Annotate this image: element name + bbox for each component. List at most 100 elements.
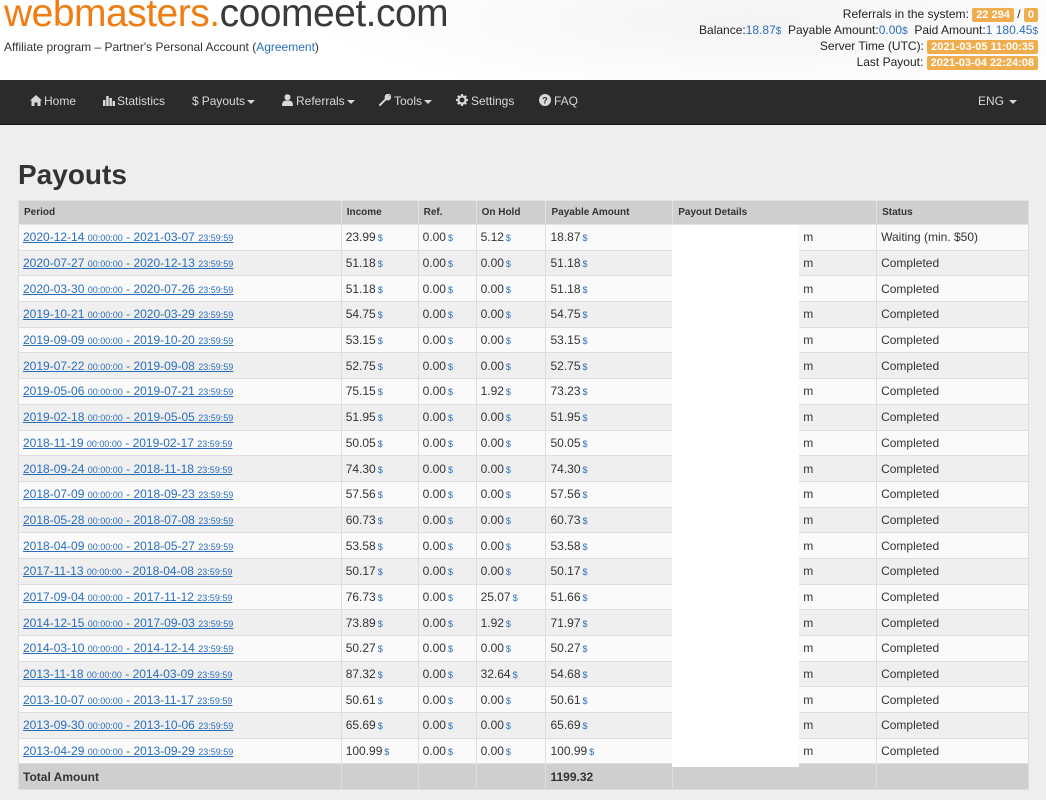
period-link[interactable]: 2013-04-29 00:00:00 - 2013-09-29 23:59:5…: [23, 744, 233, 758]
period-link[interactable]: 2018-09-24 00:00:00 - 2018-11-18 23:59:5…: [23, 462, 232, 476]
details-value: m: [803, 512, 814, 527]
period-start-time: 00:00:00: [87, 464, 123, 475]
chevron-down-icon: [424, 99, 433, 104]
period-link[interactable]: 2013-09-30 00:00:00 - 2013-10-06 23:59:5…: [23, 718, 233, 732]
currency-symbol: $: [377, 567, 383, 578]
dollar-icon: $: [192, 94, 199, 108]
status-value: Completed: [881, 256, 940, 271]
period-link[interactable]: 2020-12-14 00:00:00 - 2021-03-07 23:59:5…: [23, 230, 233, 244]
table-row: 2017-09-04 00:00:00 - 2017-11-12 23:59:5…: [18, 583, 1029, 611]
ref-cell: 0.00 $: [417, 275, 477, 303]
hold-value: 1.92: [480, 384, 504, 399]
period-start-date: 2018-05-28: [23, 512, 85, 527]
status-value: Completed: [881, 384, 940, 399]
currency-symbol: $: [582, 336, 588, 347]
period-link[interactable]: 2018-05-28 00:00:00 - 2018-07-08 23:59:5…: [23, 513, 233, 527]
nav-payouts-label: Payouts: [201, 94, 246, 108]
period-link[interactable]: 2020-07-27 00:00:00 - 2020-12-13 23:59:5…: [23, 256, 233, 270]
payable-value: 53.58: [550, 538, 581, 553]
period-start-time: 00:00:00: [87, 541, 123, 552]
currency-symbol: $: [505, 618, 511, 629]
status-value: Completed: [881, 641, 940, 656]
income-cell: 53.15 $: [340, 326, 419, 354]
currency-symbol: $: [447, 644, 453, 655]
agreement-link[interactable]: Agreement: [256, 40, 315, 54]
payable-value: 74.30: [550, 461, 581, 476]
nav-faq[interactable]: ? FAQ: [539, 80, 578, 125]
status-cell: Completed: [876, 557, 1029, 585]
period-link[interactable]: 2020-03-30 00:00:00 - 2020-07-26 23:59:5…: [23, 282, 233, 296]
col-on-hold[interactable]: On Hold: [475, 200, 547, 225]
site-logo[interactable]: webmasters.coomeet.com: [4, 0, 449, 38]
nav-referrals[interactable]: Referrals: [282, 80, 355, 125]
language-selector[interactable]: ENG: [978, 80, 1018, 125]
income-value: 23.99: [345, 230, 376, 245]
referrals-count-badge: 22 294: [972, 8, 1014, 22]
period-link[interactable]: 2019-09-09 00:00:00 - 2019-10-20 23:59:5…: [23, 333, 233, 347]
period-end-time: 23:59:59: [198, 747, 234, 758]
nav-faq-label: FAQ: [554, 94, 579, 108]
status-value: Completed: [881, 487, 940, 502]
period-link[interactable]: 2019-02-18 00:00:00 - 2019-05-05 23:59:5…: [23, 410, 233, 424]
currency-symbol: $: [447, 592, 453, 603]
income-value: 87.32: [345, 667, 376, 682]
currency-symbol: $: [582, 464, 588, 475]
period-link[interactable]: 2017-09-04 00:00:00 - 2017-11-12 23:59:5…: [23, 590, 232, 604]
period-link[interactable]: 2018-11-19 00:00:00 - 2019-02-17 23:59:5…: [23, 436, 232, 450]
col-period[interactable]: Period: [18, 200, 342, 225]
period-cell: 2019-07-22 00:00:00 - 2019-09-08 23:59:5…: [18, 352, 342, 380]
payable-cell: 51.18 $: [545, 275, 674, 303]
income-value: 75.15: [345, 384, 376, 399]
col-status[interactable]: Status: [876, 200, 1029, 225]
col-ref[interactable]: Ref.: [417, 200, 477, 225]
nav-home[interactable]: Home: [30, 80, 76, 125]
table-row: 2018-07-09 00:00:00 - 2018-09-23 23:59:5…: [18, 480, 1029, 508]
currency-symbol: $: [582, 695, 588, 706]
status-value: Completed: [881, 358, 940, 373]
currency-symbol: $: [505, 284, 511, 295]
server-time-badge: 2021-03-05 11:00:35: [927, 40, 1038, 54]
currency-symbol: $: [582, 644, 588, 655]
col-payout-details[interactable]: Payout Details: [672, 200, 878, 225]
details-value: m: [803, 589, 814, 604]
currency-symbol: $: [582, 310, 588, 321]
period-end-time: 23:59:59: [197, 464, 233, 475]
currency-symbol: $: [505, 644, 511, 655]
period-end-time: 23:59:59: [197, 438, 233, 449]
col-payable-amount[interactable]: Payable Amount: [545, 200, 674, 225]
payable-value: 0.00: [878, 23, 903, 37]
total-cell: [876, 763, 1029, 791]
period-link[interactable]: 2019-10-21 00:00:00 - 2020-03-29 23:59:5…: [23, 307, 233, 321]
period-link[interactable]: 2018-04-09 00:00:00 - 2018-05-27 23:59:5…: [23, 539, 233, 553]
period-link[interactable]: 2019-07-22 00:00:00 - 2019-09-08 23:59:5…: [23, 359, 233, 373]
period-cell: 2013-10-07 00:00:00 - 2013-11-17 23:59:5…: [18, 686, 342, 714]
period-link[interactable]: 2013-10-07 00:00:00 - 2013-11-17 23:59:5…: [23, 693, 232, 707]
hold-value: 0.00: [480, 281, 504, 296]
period-cell: 2020-12-14 00:00:00 - 2021-03-07 23:59:5…: [18, 224, 342, 251]
income-value: 74.30: [345, 461, 376, 476]
period-link[interactable]: 2014-12-15 00:00:00 - 2017-09-03 23:59:5…: [23, 616, 233, 630]
col-income[interactable]: Income: [340, 200, 419, 225]
last-payout-label: Last Payout:: [856, 55, 924, 69]
details-value: m: [803, 307, 814, 322]
table-row: 2013-11-18 00:00:00 - 2014-03-09 23:59:5…: [18, 660, 1029, 688]
ref-value: 0.00: [422, 564, 446, 579]
nav-statistics[interactable]: Statistics: [103, 80, 165, 125]
currency-symbol: $: [377, 361, 383, 372]
hold-cell: 0.00 $: [475, 480, 547, 508]
ref-value: 0.00: [422, 281, 446, 296]
payable-cell: 54.68 $: [545, 660, 674, 688]
period-link[interactable]: 2019-05-06 00:00:00 - 2019-07-21 23:59:5…: [23, 384, 233, 398]
period-link[interactable]: 2014-03-10 00:00:00 - 2014-12-14 23:59:5…: [23, 641, 233, 655]
period-link[interactable]: 2017-11-13 00:00:00 - 2018-04-08 23:59:5…: [23, 564, 232, 578]
currency-symbol: $: [377, 464, 383, 475]
nav-payouts[interactable]: $ Payouts: [192, 80, 256, 125]
period-cell: 2018-07-09 00:00:00 - 2018-09-23 23:59:5…: [18, 480, 342, 508]
currency-symbol: $: [447, 310, 453, 321]
period-link[interactable]: 2018-07-09 00:00:00 - 2018-09-23 23:59:5…: [23, 487, 233, 501]
income-value: 50.17: [345, 564, 376, 579]
period-link[interactable]: 2013-11-18 00:00:00 - 2014-03-09 23:59:5…: [23, 667, 232, 681]
period-end-time: 23:59:59: [198, 361, 234, 372]
nav-tools[interactable]: Tools: [379, 80, 433, 125]
nav-settings[interactable]: Settings: [456, 80, 514, 125]
